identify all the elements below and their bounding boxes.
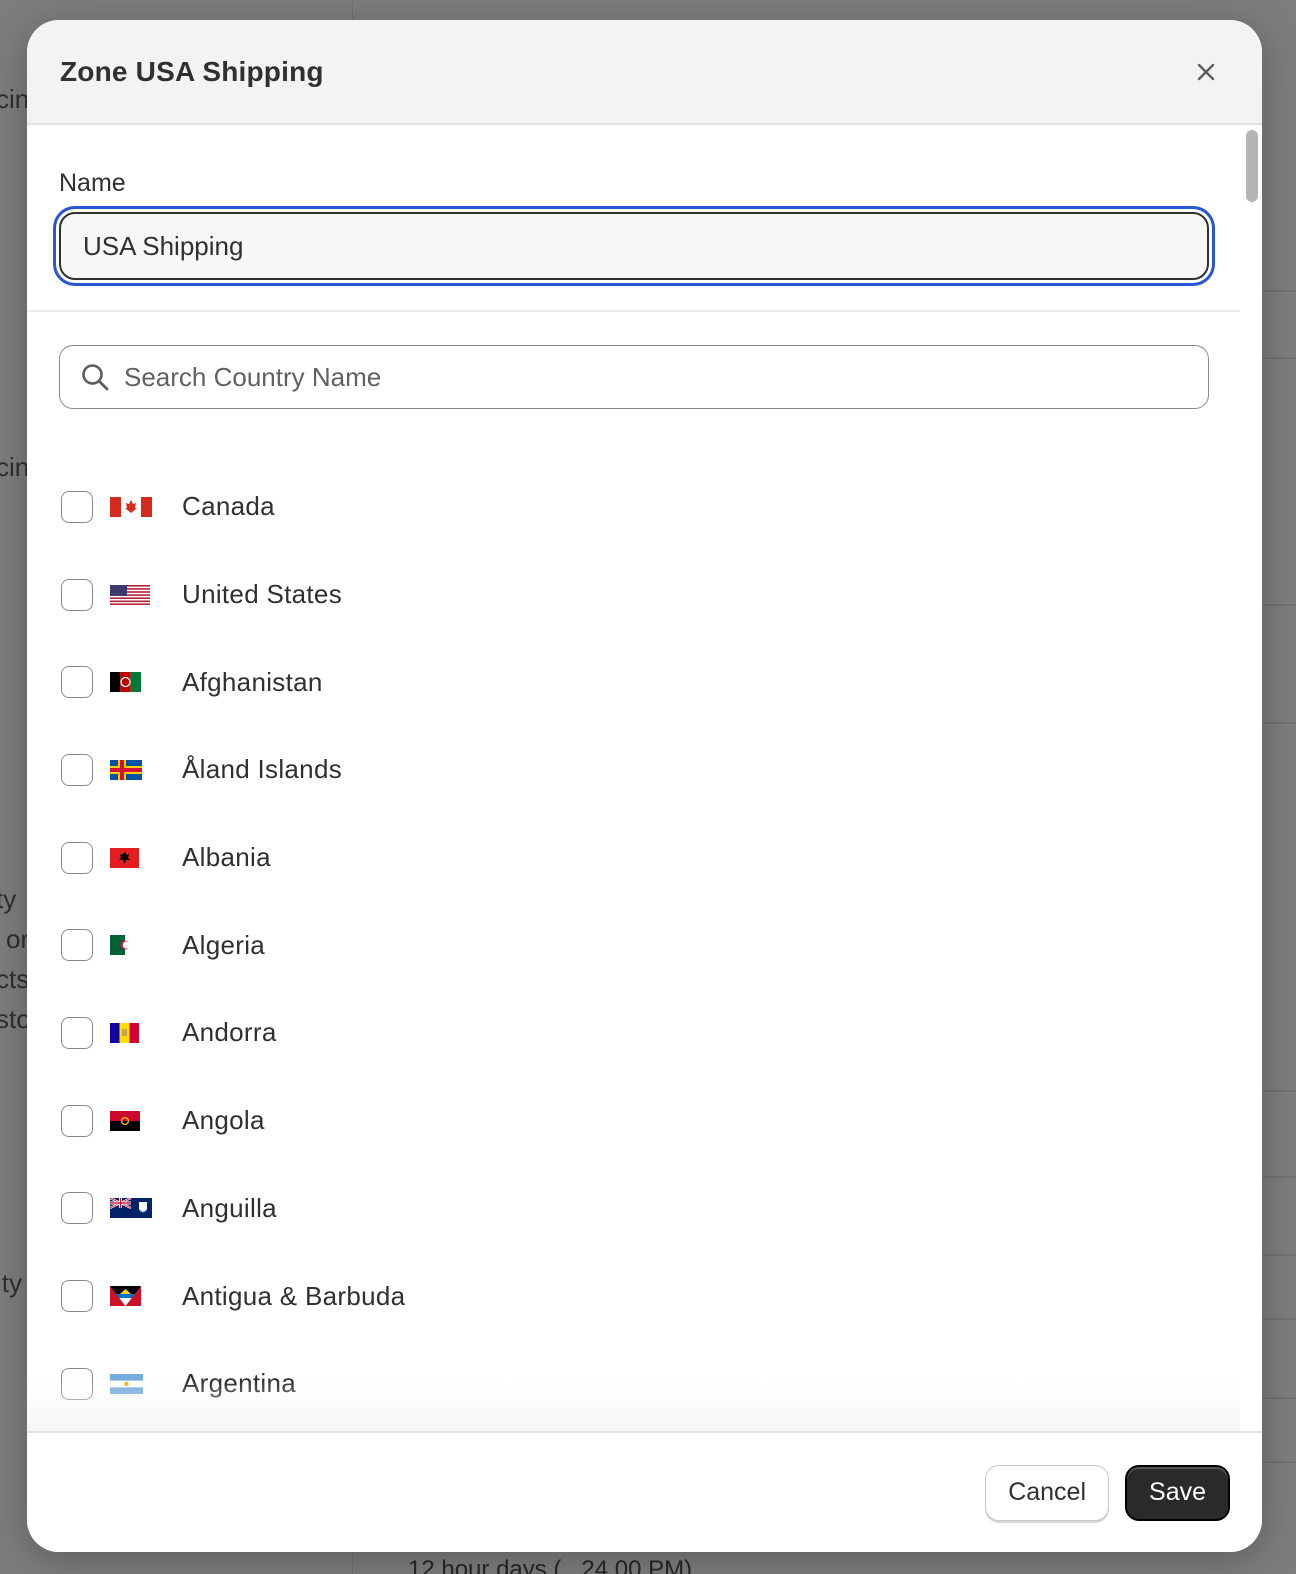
country-checkbox[interactable] [61, 578, 93, 611]
country-name: Angola [182, 1105, 265, 1136]
country-row-andorra[interactable]: Andorra [61, 989, 1240, 1077]
close-icon [1197, 63, 1215, 80]
country-row-angola[interactable]: Angola [61, 1077, 1240, 1165]
country-search-input[interactable] [124, 361, 1188, 393]
scroll-fade [27, 1381, 1240, 1431]
country-row-albania[interactable]: Albania [61, 814, 1240, 902]
country-checkbox[interactable] [61, 929, 93, 962]
country-name: Antigua & Barbuda [182, 1280, 406, 1311]
country-checkbox[interactable] [61, 1192, 93, 1225]
search-icon [80, 362, 110, 392]
country-row-antigua-barbuda[interactable]: Antigua & Barbuda [61, 1252, 1240, 1340]
andorra-flag-icon [110, 1022, 139, 1043]
name-label: Name [59, 169, 126, 197]
save-button[interactable]: Save [1125, 1464, 1230, 1521]
country-name: Åland Islands [182, 754, 343, 785]
background-text: or [6, 924, 30, 954]
afghanistan-flag-icon [110, 672, 141, 693]
close-button[interactable] [1188, 54, 1224, 90]
country-name: Canada [182, 491, 275, 522]
zone-name-input[interactable] [59, 212, 1209, 280]
united-states-flag-icon [110, 584, 150, 605]
antigua-barbuda-flag-icon [110, 1286, 141, 1307]
modal-header: Zone USA Shipping [27, 20, 1262, 125]
cancel-button[interactable]: Cancel [985, 1464, 1110, 1521]
country-row-anguilla[interactable]: Anguilla [61, 1165, 1240, 1253]
modal-footer: Cancel Save [27, 1431, 1262, 1552]
aland-islands-flag-icon [110, 759, 142, 780]
country-checkbox[interactable] [61, 1104, 93, 1137]
country-checkbox[interactable] [61, 753, 93, 786]
country-name: Andorra [182, 1017, 277, 1048]
background-text: cin [0, 452, 30, 482]
country-row-canada[interactable]: Canada [61, 463, 1240, 551]
algeria-flag-icon [110, 935, 140, 956]
albania-flag-icon [110, 847, 139, 868]
background-text: ty [0, 884, 17, 914]
canada-flag-icon [110, 496, 152, 517]
country-checkbox[interactable] [61, 490, 93, 523]
background-text: ity [0, 1268, 22, 1298]
country-name: United States [182, 579, 342, 610]
country-name: Algeria [182, 929, 266, 960]
country-list: Canada United States Afghanistan Åland I… [27, 409, 1240, 1428]
country-row-united-states[interactable]: United States [61, 551, 1240, 639]
modal-scrollbar[interactable] [1246, 130, 1258, 202]
country-search-box[interactable] [59, 345, 1209, 409]
country-row-aland-islands[interactable]: Åland Islands [61, 726, 1240, 814]
modal-title: Zone USA Shipping [60, 55, 324, 87]
country-row-afghanistan[interactable]: Afghanistan [61, 638, 1240, 726]
background-text: 12 hour days (...24.00 PM) [408, 1556, 693, 1574]
country-row-algeria[interactable]: Algeria [61, 901, 1240, 989]
country-checkbox[interactable] [61, 841, 93, 874]
country-name: Afghanistan [182, 666, 323, 697]
country-name: Anguilla [182, 1192, 277, 1223]
background-text: cin [0, 84, 30, 114]
anguilla-flag-icon [110, 1198, 152, 1219]
name-section: Name [27, 125, 1240, 312]
country-name: Albania [182, 842, 271, 873]
zone-modal: Zone USA Shipping Name USA Shipping Sear… [27, 20, 1262, 1552]
angola-flag-icon [110, 1110, 140, 1131]
modal-body: Name USA Shipping Search Country Name Ca… [27, 125, 1240, 1431]
background-text: cts [0, 964, 30, 994]
country-checkbox[interactable] [61, 666, 93, 699]
search-section [27, 312, 1240, 409]
country-checkbox[interactable] [61, 1016, 93, 1049]
country-checkbox[interactable] [61, 1280, 93, 1313]
